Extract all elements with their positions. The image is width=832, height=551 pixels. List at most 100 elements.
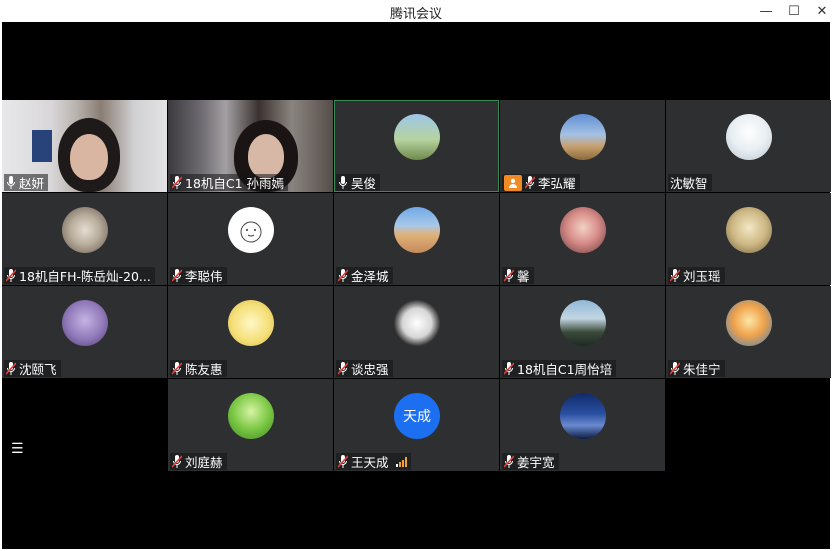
participant-tile[interactable]: 吴俊 [334,100,499,192]
mic-muted-icon [504,362,514,375]
participant-tile[interactable]: 陈友惠 [168,286,333,378]
avatar-text: 天成 [394,393,440,439]
avatar [726,114,772,160]
participant-tile[interactable]: 18机自C1周怡培 [500,286,665,378]
person-face [248,134,284,178]
participant-tile[interactable]: 赵妍 [2,100,167,192]
cartoon-face-icon [240,221,262,243]
avatar [394,207,440,253]
avatar [394,300,440,346]
participant-name: 刘庭赫 [185,455,223,470]
participant-tile[interactable]: 李弘耀 [500,100,665,192]
avatar [560,207,606,253]
participant-label: 陈友惠 [170,360,227,377]
close-button[interactable]: ✕ [808,0,832,22]
mic-muted-icon [6,269,16,282]
participant-name: 王天成 [351,455,389,470]
network-signal-icon [395,456,407,467]
mic-muted-icon [670,269,680,282]
participant-name: 沈颐飞 [19,362,57,377]
participant-name: 刘玉瑶 [683,269,721,284]
window-title: 腾讯会议 [389,7,442,22]
participant-name: 18机自C1 孙雨嫣 [185,176,285,191]
participant-label: 姜宇宽 [502,453,559,470]
participant-label: 沈颐飞 [4,360,61,377]
mic-muted-icon [172,176,182,189]
mic-muted-icon [525,176,535,189]
participant-tile[interactable]: 金泽城 [334,193,499,285]
participant-tile[interactable]: 刘玉瑶 [666,193,831,285]
maximize-button[interactable]: ☐ [780,0,808,22]
participant-label: 李聪伟 [170,267,227,284]
participant-name: 18机自FH-陈岳灿-20... [19,269,151,284]
avatar [228,300,274,346]
participant-tile[interactable]: 姜宇宽 [500,379,665,471]
minimize-button[interactable]: — [752,0,780,22]
participant-name: 李弘耀 [538,176,576,191]
participant-label: 18机自C1周怡培 [502,360,617,377]
mic-muted-icon [172,455,182,468]
participant-tile[interactable]: 沈敏智 [666,100,831,192]
screen-share-icon [504,174,522,191]
participant-label: 18机自C1 孙雨嫣 [170,174,289,191]
participant-name: 李聪伟 [185,269,223,284]
participant-tile[interactable]: 谈忠强 [334,286,499,378]
mic-muted-icon [172,362,182,375]
participant-name: 姜宇宽 [517,455,555,470]
avatar [228,393,274,439]
avatar [394,114,440,160]
mic-on-icon [7,176,15,189]
participant-label: 李弘耀 [502,174,580,191]
participant-name: 18机自C1周怡培 [517,362,613,377]
participant-name: 沈敏智 [670,176,708,191]
participant-tile[interactable]: 18机自C1 孙雨嫣 [168,100,333,192]
avatar [560,114,606,160]
mic-muted-icon [504,269,514,282]
participant-name: 吴俊 [351,176,377,191]
participant-tile[interactable]: 天成 王天成 [334,379,499,471]
participant-label: 金泽城 [336,267,393,284]
participant-label: 沈敏智 [668,174,712,191]
participant-name: 朱佳宁 [683,362,721,377]
title-bar: 腾讯会议 — ☐ ✕ [0,0,832,22]
participant-label: 18机自FH-陈岳灿-20... [4,267,155,284]
participant-name: 馨 [517,269,530,284]
mic-muted-icon [338,455,348,468]
mic-muted-icon [6,362,16,375]
participant-label: 刘庭赫 [170,453,227,470]
avatar [726,300,772,346]
person-face [70,134,108,180]
avatar [560,300,606,346]
participant-tile[interactable]: 刘庭赫 [168,379,333,471]
mic-muted-icon [338,362,348,375]
avatar [62,300,108,346]
avatar [560,393,606,439]
participant-label: 朱佳宁 [668,360,725,377]
avatar [228,207,274,253]
mic-muted-icon [670,362,680,375]
participant-label: 吴俊 [336,174,381,191]
avatar-initials: 天成 [403,409,431,425]
mic-on-icon [339,176,347,189]
mic-muted-icon [504,455,514,468]
mic-muted-icon [172,269,182,282]
avatar [62,207,108,253]
avatar [726,207,772,253]
participant-label: 馨 [502,267,534,284]
participant-name: 赵妍 [19,176,45,191]
participant-label: 刘玉瑶 [668,267,725,284]
mic-muted-icon [338,269,348,282]
participant-label: 谈忠强 [336,360,393,377]
participant-tile[interactable]: 馨 [500,193,665,285]
participant-name: 金泽城 [351,269,389,284]
participant-tile[interactable]: 朱佳宁 [666,286,831,378]
participant-tile[interactable]: 18机自FH-陈岳灿-20... [2,193,167,285]
participant-name: 谈忠强 [351,362,389,377]
participant-tile[interactable]: 沈颐飞 [2,286,167,378]
participant-name: 陈友惠 [185,362,223,377]
participant-label: 王天成 [336,453,411,470]
menu-icon[interactable]: ☰ [11,441,24,457]
wall-poster [32,130,52,162]
participant-tile[interactable]: 李聪伟 [168,193,333,285]
participant-label: 赵妍 [4,174,49,191]
